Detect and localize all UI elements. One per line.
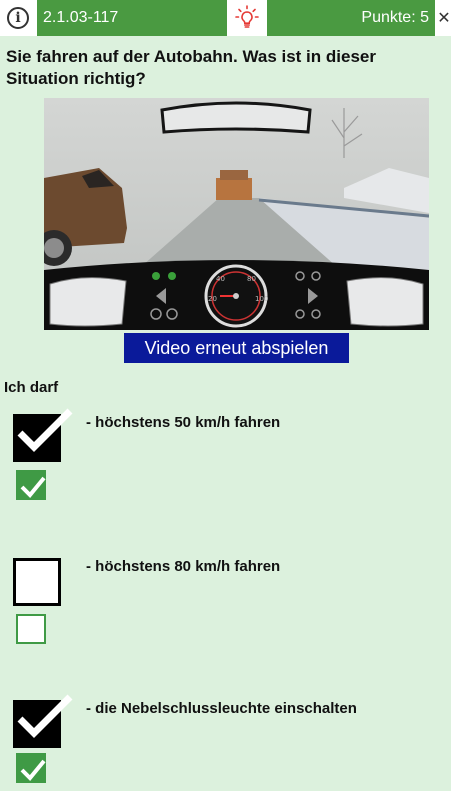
answer-checkbox-2[interactable] <box>13 558 61 606</box>
score-label: Punkte: 5 <box>267 0 435 36</box>
info-button[interactable]: i <box>0 0 36 36</box>
hint-button[interactable] <box>228 0 266 36</box>
answer-text-2: - höchstens 80 km/h fahren <box>86 558 281 575</box>
checkmark-icon <box>20 759 46 781</box>
svg-text:100: 100 <box>255 295 268 303</box>
answer-checkbox-3[interactable] <box>13 694 73 748</box>
question-text: Sie fahren auf der Autobahn. Was ist in … <box>6 47 376 88</box>
question-id: 2.1.03-117 <box>37 0 227 36</box>
solution-indicator-2 <box>16 614 46 644</box>
lightbulb-icon <box>235 5 259 28</box>
info-icon: i <box>7 7 29 29</box>
replay-video-button[interactable]: Video erneut abspielen <box>124 333 349 363</box>
checkmark-icon <box>17 408 73 452</box>
close-icon: ✕ <box>437 10 451 27</box>
answer-text-1: - höchstens 50 km/h fahren <box>86 414 281 431</box>
svg-text:40: 40 <box>216 275 225 283</box>
solution-indicator-1 <box>16 470 46 500</box>
svg-text:80: 80 <box>247 275 256 283</box>
checkmark-icon <box>17 694 73 738</box>
answer-text-3: - die Nebelschlussleuchte einschalten <box>86 700 357 717</box>
close-button[interactable]: ✕ <box>437 0 451 36</box>
solution-indicator-3 <box>16 753 46 783</box>
driving-scene-image: 40 80 20 100 <box>44 98 429 330</box>
svg-text:20: 20 <box>208 295 217 303</box>
video-frame[interactable]: 40 80 20 100 <box>44 98 429 330</box>
answer-checkbox-1[interactable] <box>13 408 73 462</box>
top-bar: i 2.1.03-117 Punkte: 5 ✕ <box>0 0 451 36</box>
answers-heading: Ich darf <box>4 379 59 396</box>
checkmark-icon <box>20 476 46 498</box>
